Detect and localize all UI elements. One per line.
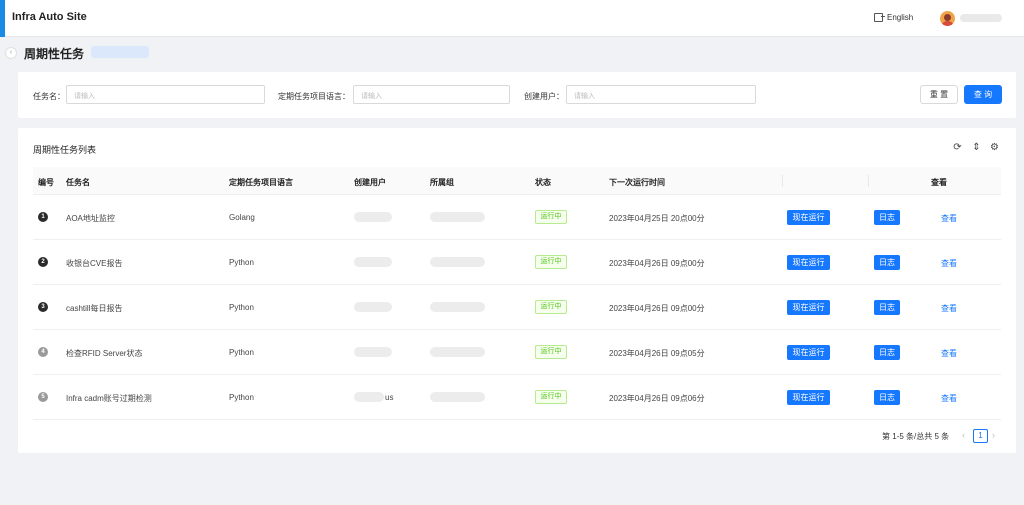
- group-cell-redacted: [430, 347, 485, 357]
- run-now-button[interactable]: 现在运行: [787, 255, 830, 270]
- task-name-cell: 检查RFID Server状态: [66, 349, 143, 358]
- next-run-cell: 2023年04月26日 09点00分: [609, 304, 705, 313]
- column-header-view: 查看: [931, 178, 947, 187]
- column-header-language: 定期任务项目语言: [229, 178, 293, 187]
- log-button[interactable]: 日志: [874, 390, 900, 405]
- column-header-no: 编号: [38, 178, 54, 187]
- group-cell-redacted: [430, 257, 485, 267]
- creator-cell-redacted: [354, 302, 392, 312]
- row-number-badge: 5: [38, 392, 48, 402]
- view-link[interactable]: 查看: [941, 393, 957, 404]
- refresh-icon[interactable]: ⟳: [952, 142, 963, 153]
- creator-cell-suffix: us: [385, 393, 394, 402]
- view-link[interactable]: 查看: [941, 348, 957, 359]
- task-list-panel: 周期性任务列表 ⟳ ⇕ ⚙ 编号 任务名 定期任务项目语言 创建用户 所属组 状…: [18, 128, 1016, 453]
- language-filter-input[interactable]: 请输入: [353, 85, 510, 104]
- creator-filter-label: 创建用户：: [524, 92, 564, 101]
- status-badge: 运行中: [535, 210, 567, 224]
- run-now-button[interactable]: 现在运行: [787, 345, 830, 360]
- log-button[interactable]: 日志: [874, 210, 900, 225]
- language-switch[interactable]: English: [874, 13, 913, 22]
- column-header-next-run: 下一次运行时间: [609, 178, 665, 187]
- language-filter-label: 定期任务项目语言：: [278, 92, 350, 101]
- prev-page-icon[interactable]: ‹: [962, 430, 965, 440]
- group-cell-redacted: [430, 392, 485, 402]
- status-badge: 运行中: [535, 255, 567, 269]
- top-bar: Infra Auto Site English: [0, 0, 1024, 37]
- next-run-cell: 2023年04月25日 20点00分: [609, 214, 705, 223]
- row-number-badge: 2: [38, 257, 48, 267]
- query-button[interactable]: 查 询: [964, 85, 1002, 104]
- task-name-cell: cashtill每日报告: [66, 304, 123, 313]
- row-number-badge: 4: [38, 347, 48, 357]
- column-header-status: 状态: [535, 178, 551, 187]
- column-divider: [782, 175, 783, 187]
- app-title[interactable]: Infra Auto Site: [12, 11, 87, 23]
- status-badge: 运行中: [535, 345, 567, 359]
- table-row: 2 收银台CVE报告 Python 运行中 2023年04月26日 09点00分…: [33, 240, 1001, 285]
- language-cell: Python: [229, 348, 254, 357]
- column-header-group: 所属组: [430, 178, 454, 187]
- creator-cell-redacted: [354, 257, 392, 267]
- settings-icon[interactable]: ⚙: [989, 142, 1000, 153]
- pagination-summary: 第 1-5 条/总共 5 条: [882, 432, 950, 441]
- page-1-button[interactable]: 1: [973, 429, 988, 443]
- task-name-cell: Infra cadm账号过期检测: [66, 394, 152, 403]
- view-link[interactable]: 查看: [941, 303, 957, 314]
- sidebar-collapse-button[interactable]: ‹: [5, 47, 17, 59]
- reset-button[interactable]: 重 置: [920, 85, 958, 104]
- log-button[interactable]: 日志: [874, 300, 900, 315]
- language-cell: Golang: [229, 213, 255, 222]
- creator-cell-redacted: [354, 392, 384, 402]
- page-tag-redacted: [91, 46, 149, 58]
- creator-cell-redacted: [354, 212, 392, 222]
- creator-filter-input[interactable]: 请输入: [566, 85, 756, 104]
- user-avatar[interactable]: [940, 11, 955, 26]
- row-number-badge: 3: [38, 302, 48, 312]
- user-name-redacted[interactable]: [960, 14, 1002, 22]
- task-name-input[interactable]: 请输入: [66, 85, 265, 104]
- table-row: 5 Infra cadm账号过期检测 Python us 运行中 2023年04…: [33, 375, 1001, 420]
- table-row: 3 cashtill每日报告 Python 运行中 2023年04月26日 09…: [33, 285, 1001, 330]
- next-page-icon[interactable]: ›: [992, 430, 995, 440]
- column-divider: [868, 175, 869, 187]
- log-button[interactable]: 日志: [874, 255, 900, 270]
- table-row: 4 检查RFID Server状态 Python 运行中 2023年04月26日…: [33, 330, 1001, 375]
- language-cell: Python: [229, 258, 254, 267]
- table-row: 1 AOA地址监控 Golang 运行中 2023年04月25日 20点00分 …: [33, 195, 1001, 240]
- view-link[interactable]: 查看: [941, 213, 957, 224]
- group-cell-redacted: [430, 302, 485, 312]
- table-header: 编号 任务名 定期任务项目语言 创建用户 所属组 状态 下一次运行时间 查看: [33, 167, 1001, 195]
- status-badge: 运行中: [535, 390, 567, 404]
- column-header-name: 任务名: [66, 178, 90, 187]
- density-icon[interactable]: ⇕: [971, 142, 982, 153]
- next-run-cell: 2023年04月26日 09点00分: [609, 259, 705, 268]
- task-name-cell: 收银台CVE报告: [66, 259, 123, 268]
- status-badge: 运行中: [535, 300, 567, 314]
- creator-cell-redacted: [354, 347, 392, 357]
- filter-panel: 任务名： 请输入 定期任务项目语言： 请输入 创建用户： 请输入 重 置 查 询: [18, 72, 1016, 118]
- view-link[interactable]: 查看: [941, 258, 957, 269]
- run-now-button[interactable]: 现在运行: [787, 390, 830, 405]
- group-cell-redacted: [430, 212, 485, 222]
- row-number-badge: 1: [38, 212, 48, 222]
- log-button[interactable]: 日志: [874, 345, 900, 360]
- run-now-button[interactable]: 现在运行: [787, 300, 830, 315]
- task-name-label: 任务名：: [33, 92, 65, 101]
- page-title: 周期性任务: [24, 47, 85, 61]
- run-now-button[interactable]: 现在运行: [787, 210, 830, 225]
- language-cell: Python: [229, 393, 254, 402]
- list-title: 周期性任务列表: [33, 145, 97, 155]
- next-run-cell: 2023年04月26日 09点06分: [609, 394, 705, 403]
- language-switch-icon: [874, 13, 885, 22]
- next-run-cell: 2023年04月26日 09点05分: [609, 349, 705, 358]
- language-label: English: [887, 13, 914, 22]
- column-header-creator: 创建用户: [354, 178, 386, 187]
- task-name-cell: AOA地址监控: [66, 214, 115, 223]
- language-cell: Python: [229, 303, 254, 312]
- brand-accent-strip: [0, 0, 5, 37]
